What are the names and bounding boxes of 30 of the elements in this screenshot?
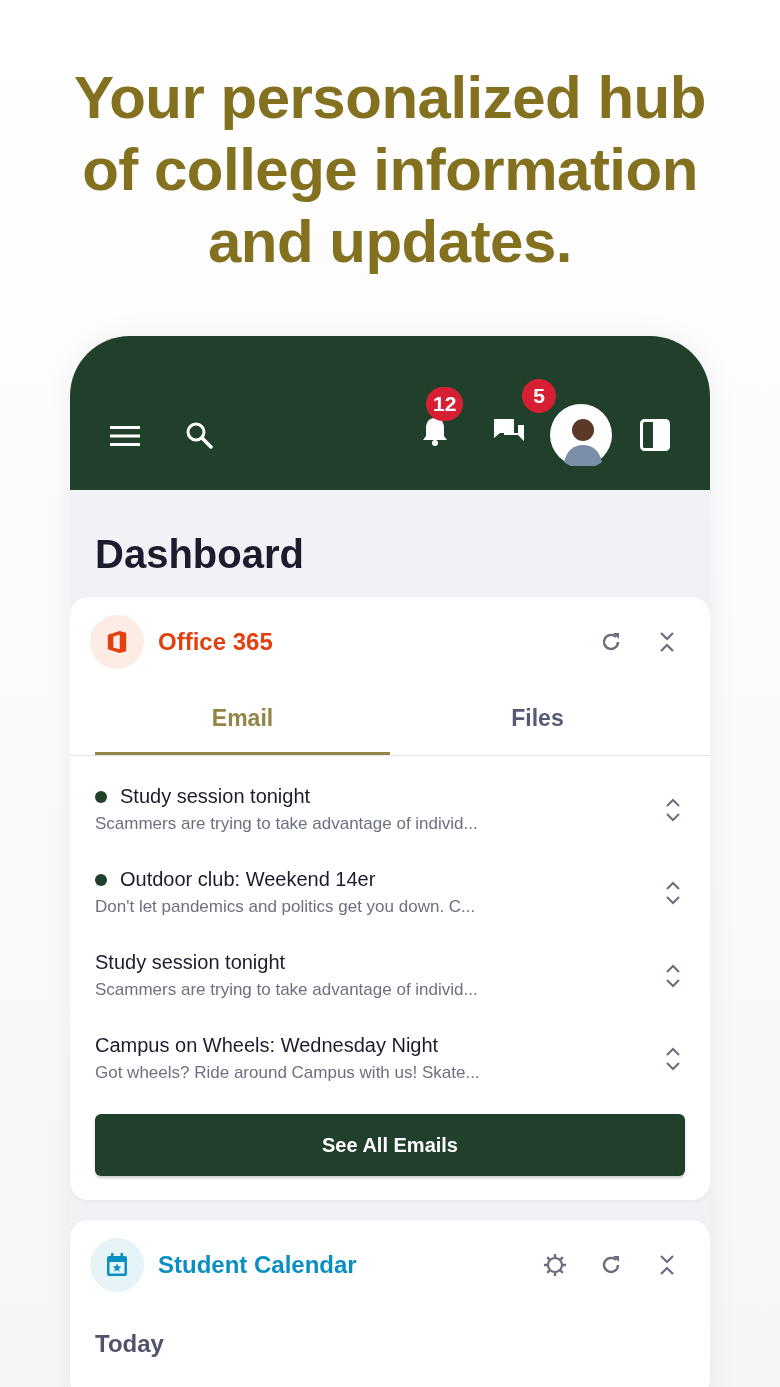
email-subject[interactable]: Study session tonight <box>120 785 311 808</box>
card-title: Student Calendar <box>158 1251 357 1279</box>
see-all-emails-button[interactable]: See All Emails <box>95 1114 685 1176</box>
section-heading: Today <box>95 1330 165 1358</box>
expand-icon[interactable] <box>665 1045 681 1072</box>
office-icon <box>106 630 128 654</box>
email-preview: Scammers are trying to take advantage of individ... <box>95 814 479 834</box>
settings-icon[interactable] <box>543 1253 567 1277</box>
headline: Your personalized hub of college information and updates. <box>73 63 707 277</box>
email-subject[interactable]: Study session tonight <box>95 951 286 974</box>
expand-icon[interactable] <box>665 879 681 906</box>
bell-icon[interactable] <box>420 415 450 447</box>
expand-icon[interactable] <box>665 962 681 989</box>
avatar-icon[interactable] <box>550 404 612 466</box>
expand-icon[interactable] <box>665 796 681 823</box>
search-icon[interactable] <box>185 421 213 449</box>
tab[interactable]: Email <box>95 699 390 755</box>
email-preview: Got wheels? Ride around Campus with us! Skate... <box>95 1063 481 1083</box>
message-badge: 5 <box>522 379 556 413</box>
panel-icon[interactable] <box>640 419 670 451</box>
card-title: Office 365 <box>158 628 273 656</box>
notification-badge: 12 <box>426 387 464 421</box>
menu-icon[interactable] <box>110 425 140 447</box>
email-subject[interactable]: Campus on Wheels: Wednesday Night <box>95 1034 439 1057</box>
email-preview: Don't let pandemics and politics get you down. C... <box>95 897 477 917</box>
page-title: Dashboard <box>94 531 305 578</box>
email-subject[interactable]: Outdoor club: Weekend 14er <box>120 868 376 891</box>
email-preview: Scammers are trying to take advantage of individ... <box>95 980 479 1000</box>
tab[interactable]: Files <box>390 699 685 755</box>
calendar-icon <box>105 1252 129 1278</box>
